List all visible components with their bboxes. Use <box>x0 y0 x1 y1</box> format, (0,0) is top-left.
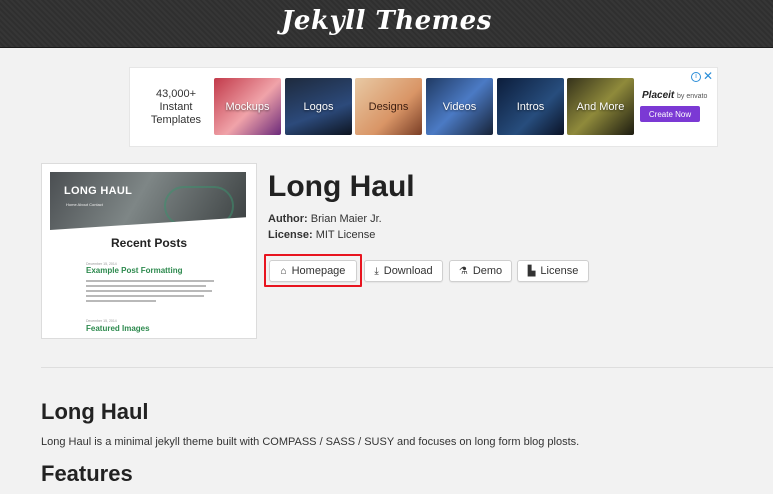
ad-brand-name: Placeit <box>642 90 675 101</box>
preview-text-line <box>86 290 212 292</box>
preview-text-line <box>86 280 214 282</box>
preview-site-title: LONG HAUL <box>64 185 133 197</box>
features-heading: Features <box>41 461 133 486</box>
preview-nav: Home About Contact <box>66 202 103 207</box>
preview-recent-posts-heading: Recent Posts <box>110 236 188 250</box>
content-heading: Long Haul <box>41 399 149 424</box>
preview-post-date: December 15, 2014 <box>86 319 117 323</box>
download-icon: ⤓ <box>374 265 379 277</box>
preview-hero-image: LONG HAUL Home About Contact <box>50 172 246 230</box>
section-divider <box>41 367 773 368</box>
ad-tile-designs[interactable]: Designs <box>355 78 422 135</box>
ad-brand-sub: by envato <box>677 93 708 100</box>
license-value: MIT License <box>315 229 376 241</box>
author-line: Author: Brian Maier Jr. <box>268 213 382 225</box>
ad-template-count: 43,000+ Instant Templates <box>138 76 214 138</box>
ad-tile-and-more[interactable]: And More <box>567 78 634 135</box>
file-icon: ▙ <box>527 265 536 277</box>
download-button[interactable]: ⤓ Download <box>364 260 443 282</box>
download-button-label: Download <box>383 265 433 277</box>
ad-count-label-1: Instant <box>159 100 193 113</box>
license-label: License: <box>268 229 313 241</box>
theme-preview-thumbnail[interactable]: LONG HAUL Home About Contact Recent Post… <box>41 163 257 339</box>
ad-count-label-2: Templates <box>150 113 202 126</box>
license-button[interactable]: ▙ License <box>517 260 589 282</box>
ad-tile-logos[interactable]: Logos <box>285 78 352 135</box>
ad-create-now-button[interactable]: Create Now <box>640 106 700 122</box>
demo-button-label: Demo <box>472 265 503 277</box>
ad-tile-videos[interactable]: Videos <box>426 78 493 135</box>
site-logo[interactable]: Jekyll Themes <box>0 6 773 36</box>
info-icon[interactable]: i <box>691 72 701 82</box>
top-header: Jekyll Themes <box>0 0 773 48</box>
author-label: Author: <box>268 213 308 225</box>
theme-title: Long Haul <box>268 170 415 203</box>
ad-brand-logo[interactable]: Placeit by envato <box>642 90 707 101</box>
close-icon[interactable]: ✕ <box>703 69 713 83</box>
license-line: License: MIT License <box>268 229 375 241</box>
preview-post-title: Featured Images <box>86 324 150 333</box>
ad-tile-intros[interactable]: Intros <box>497 78 564 135</box>
ad-banner[interactable]: 43,000+ Instant Templates Mockups Logos … <box>129 67 718 147</box>
demo-button[interactable]: ⚗ Demo <box>449 260 512 282</box>
ad-tile-mockups[interactable]: Mockups <box>214 78 281 135</box>
author-value: Brian Maier Jr. <box>310 213 382 225</box>
preview-text-line <box>86 285 206 287</box>
bicycle-image <box>164 186 234 226</box>
preview-text-line <box>86 300 156 302</box>
ad-count-number: 43,000+ <box>155 87 197 100</box>
homepage-highlight-box <box>264 254 362 287</box>
theme-description: Long Haul is a minimal jekyll theme buil… <box>41 436 580 448</box>
flask-icon: ⚗ <box>458 265 468 277</box>
license-button-label: License <box>540 265 579 277</box>
preview-post-title: Example Post Formatting <box>86 266 183 275</box>
preview-text-line <box>86 295 204 297</box>
